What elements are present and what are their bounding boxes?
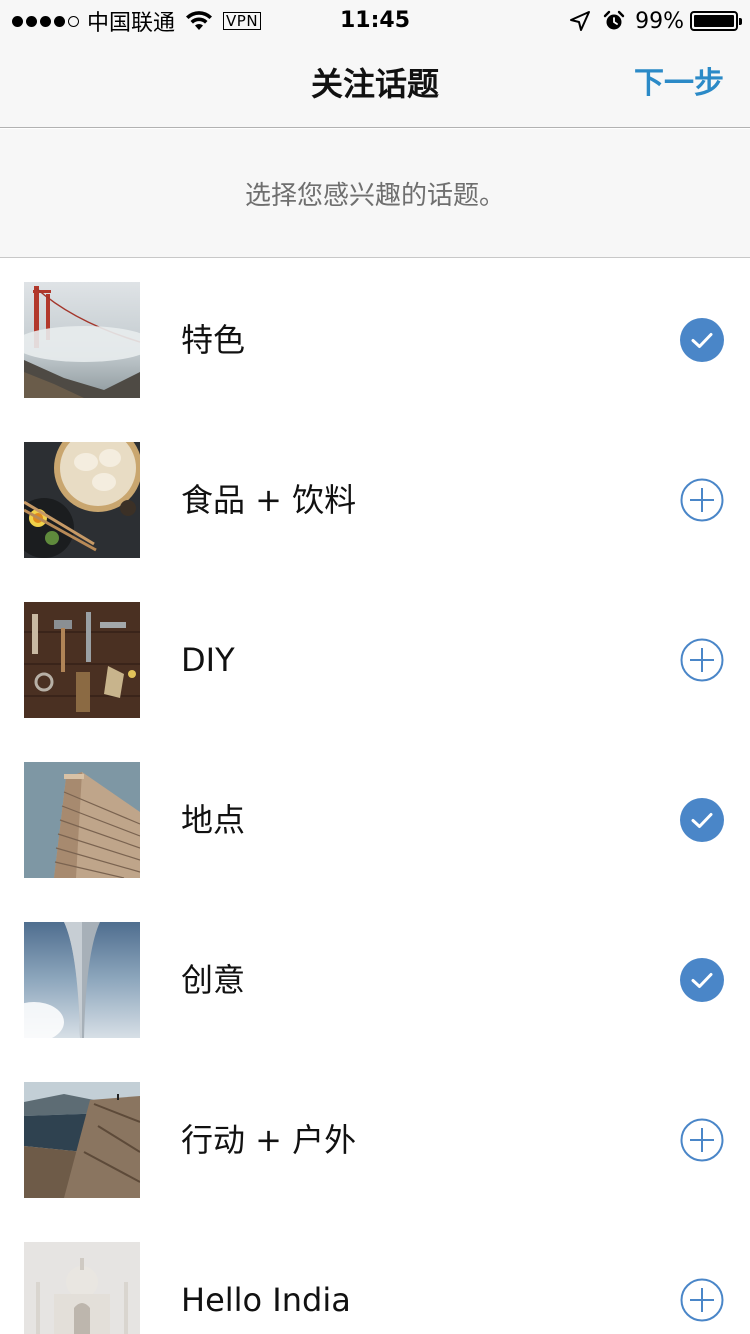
battery-icon xyxy=(690,11,742,31)
topic-label: 地点 xyxy=(181,801,246,839)
topic-label: 食品 + 饮料 xyxy=(181,481,357,519)
dumplings-food-thumbnail xyxy=(24,442,140,558)
topic-label: 创意 xyxy=(181,961,246,999)
battery-percent: 99% xyxy=(635,8,684,34)
next-step-button[interactable]: 下一步 xyxy=(634,40,724,128)
topic-row-featured[interactable]: 特色 xyxy=(0,259,750,419)
alarm-clock-icon xyxy=(603,10,625,30)
taj-mahal-thumbnail xyxy=(24,1242,140,1334)
status-right: 99% xyxy=(569,6,742,36)
location-arrow-icon xyxy=(570,11,591,31)
add-plus-icon[interactable] xyxy=(680,1118,724,1162)
cliff-fjord-thumbnail xyxy=(24,1082,140,1198)
topic-label: 特色 xyxy=(181,321,246,359)
tower-sky-thumbnail xyxy=(24,922,140,1038)
topic-label: Hello India xyxy=(181,1281,351,1319)
flatiron-building-thumbnail xyxy=(24,762,140,878)
instruction-text: 选择您感兴趣的话题。 xyxy=(244,180,505,211)
battery-fill xyxy=(694,15,734,27)
topic-row-creative[interactable]: 创意 xyxy=(0,899,750,1059)
wifi-icon xyxy=(186,11,213,30)
add-plus-icon[interactable] xyxy=(680,638,724,682)
instruction-banner: 选择您感兴趣的话题。 xyxy=(0,129,750,258)
workbench-tools-thumbnail xyxy=(24,602,140,718)
topic-row-hello-india[interactable]: Hello India xyxy=(0,1219,750,1334)
topic-label: 行动 + 户外 xyxy=(181,1121,357,1159)
carrier-name: 中国联通 xyxy=(87,11,176,36)
topic-label: DIY xyxy=(181,641,235,679)
selected-check-icon[interactable] xyxy=(680,958,724,1002)
status-bar: 中国联通 VPN 11:45 99% xyxy=(0,0,750,40)
add-plus-icon[interactable] xyxy=(680,478,724,522)
status-left: 中国联通 VPN xyxy=(12,6,262,36)
topic-row-food-drink[interactable]: 食品 + 饮料 xyxy=(0,419,750,579)
add-plus-icon[interactable] xyxy=(680,1278,724,1322)
topic-row-places[interactable]: 地点 xyxy=(0,739,750,899)
golden-gate-bridge-thumbnail xyxy=(24,282,140,398)
selected-check-icon[interactable] xyxy=(680,798,724,842)
signal-strength-icon xyxy=(12,15,79,27)
vpn-badge: VPN xyxy=(223,12,262,30)
navigation-bar: 关注话题 下一步 xyxy=(0,40,750,128)
topic-row-diy[interactable]: DIY xyxy=(0,579,750,739)
selected-check-icon[interactable] xyxy=(680,318,724,362)
topic-row-action-outdoor[interactable]: 行动 + 户外 xyxy=(0,1059,750,1219)
